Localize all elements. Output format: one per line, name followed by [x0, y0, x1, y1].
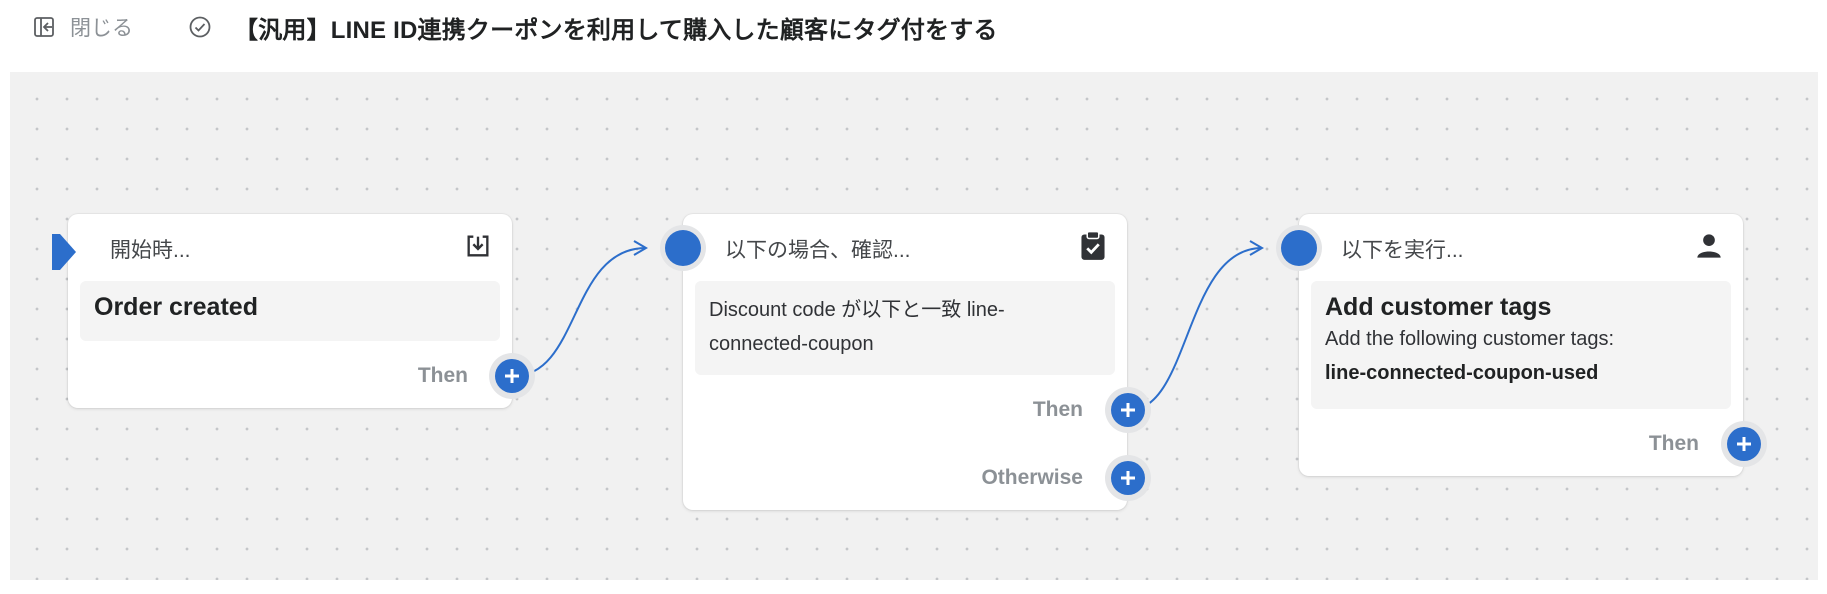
- condition-card[interactable]: 以下の場合、確認... Discount code が以下と一致 line- c…: [683, 214, 1127, 510]
- trigger-card-header: 開始時...: [68, 214, 512, 278]
- trigger-title: Order created: [94, 293, 258, 321]
- action-title: Add customer tags: [1325, 293, 1552, 321]
- trigger-then-label: Then: [417, 364, 468, 387]
- action-card[interactable]: 以下を実行... Add customer tags Add the follo…: [1299, 214, 1743, 476]
- action-then-label: Then: [1648, 432, 1699, 455]
- trigger-card[interactable]: 開始時... Order created Then: [68, 214, 512, 408]
- plus-icon: [1121, 471, 1135, 485]
- condition-card-header: 以下の場合、確認...: [683, 214, 1127, 278]
- trigger-content: Order created: [80, 281, 500, 341]
- condition-otherwise-label: Otherwise: [981, 466, 1083, 489]
- plus-icon: [1121, 403, 1135, 417]
- action-card-header: 以下を実行...: [1299, 214, 1743, 278]
- download-icon: [462, 230, 494, 262]
- trigger-then-add-button[interactable]: [495, 359, 529, 393]
- action-tag-line: line-connected-coupon-used: [1325, 356, 1717, 390]
- action-text: Add the following customer tags:: [1325, 328, 1615, 350]
- top-bar: 閉じる 【汎用】LINE ID連携クーポンを利用して購入した顧客にタグ付をする: [0, 0, 1827, 56]
- action-then-add-button[interactable]: [1727, 427, 1761, 461]
- condition-text-line2: connected-coupon: [709, 333, 874, 355]
- action-content: Add customer tags Add the following cust…: [1311, 281, 1731, 409]
- condition-text-line1: Discount code が以下と一致 line-: [709, 299, 1005, 321]
- close-button[interactable]: 閉じる: [30, 12, 133, 42]
- exit-icon: [30, 13, 58, 41]
- condition-then-add-button[interactable]: [1111, 393, 1145, 427]
- condition-input-node: [665, 230, 701, 266]
- person-icon: [1693, 230, 1725, 262]
- trigger-start-marker: [52, 234, 76, 270]
- trigger-step-label: 開始時...: [110, 239, 191, 262]
- close-label: 閉じる: [70, 17, 133, 40]
- condition-step-label: 以下の場合、確認...: [725, 239, 911, 262]
- workflow-canvas[interactable]: 開始時... Order created Then 以下の場合、確認... Di…: [10, 72, 1818, 580]
- condition-then-label: Then: [1032, 398, 1083, 421]
- action-tag-value: line-connected-coupon-used: [1325, 362, 1599, 384]
- condition-content: Discount code が以下と一致 line- connected-cou…: [695, 281, 1115, 375]
- workflow-title: 【汎用】LINE ID連携クーポンを利用して購入した顧客にタグ付をする: [234, 17, 998, 44]
- condition-otherwise-add-button[interactable]: [1111, 461, 1145, 495]
- plus-icon: [505, 369, 519, 383]
- check-circle-icon: [186, 12, 214, 42]
- action-input-node: [1281, 230, 1317, 266]
- action-step-label: 以下を実行...: [1341, 239, 1464, 262]
- clipboard-check-icon: [1077, 230, 1109, 262]
- plus-icon: [1737, 437, 1751, 451]
